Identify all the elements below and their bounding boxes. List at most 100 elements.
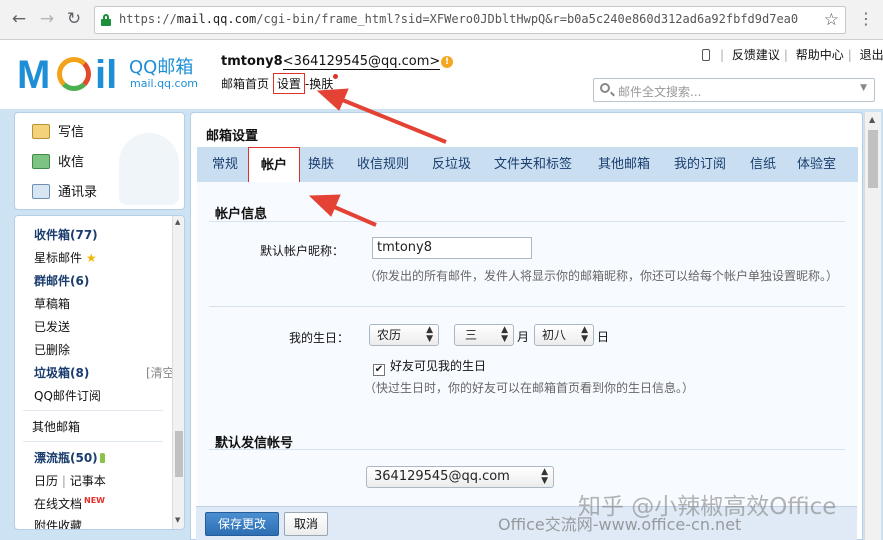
- skin-link[interactable]: 换肤: [309, 75, 333, 92]
- calendar-type-select[interactable]: 农历 ▲ ▼: [369, 324, 439, 346]
- section-divider: [209, 221, 845, 222]
- folder-deleted[interactable]: 已删除: [34, 341, 70, 358]
- top-right-links: | 反馈建议 | 帮助中心 | 退出: [702, 46, 883, 63]
- feedback-link[interactable]: 反馈建议: [732, 48, 780, 62]
- scroll-thumb[interactable]: [175, 431, 183, 477]
- mobile-phone-icon[interactable]: [702, 49, 710, 61]
- tab-stationery[interactable]: 信纸: [750, 147, 776, 182]
- updown-arrows-icon: ▲ ▼: [541, 467, 548, 486]
- warning-icon[interactable]: !: [441, 56, 453, 68]
- tab-general[interactable]: 常规: [212, 147, 238, 182]
- forward-arrow-icon[interactable]: →: [36, 8, 58, 30]
- scroll-up-icon[interactable]: ▲: [175, 218, 180, 226]
- account-settings-panel: 帐户信息 默认帐户昵称： tmtony8 （你发出的所有邮件，发件人将显示你的邮…: [197, 182, 858, 517]
- tab-lab[interactable]: 体验室: [797, 147, 836, 182]
- updown-arrows-icon: ▲ ▼: [426, 325, 433, 344]
- bookmark-star-icon[interactable]: ☆: [824, 10, 839, 30]
- search-icon: [600, 83, 610, 93]
- cancel-button[interactable]: 取消: [284, 512, 328, 536]
- folder-drift-bottle[interactable]: 漂流瓶(50): [34, 449, 105, 466]
- tab-folders-labels[interactable]: 文件夹和标签: [494, 147, 572, 182]
- folder-drafts[interactable]: 草稿箱: [34, 295, 70, 312]
- lock-icon: [101, 14, 111, 26]
- mail-search-input[interactable]: 邮件全文搜索... ▼: [593, 78, 875, 102]
- folder-group[interactable]: 群邮件(6): [34, 272, 89, 289]
- browser-toolbar: ← → ↻ https://mail.qq.com/cgi-bin/frame_…: [0, 0, 883, 40]
- scroll-up-icon[interactable]: ▲: [869, 115, 875, 124]
- tab-anti-spam[interactable]: 反垃圾: [432, 147, 471, 182]
- birthday-visible-option[interactable]: ✔ 好友可见我的生日: [373, 357, 486, 376]
- logout-link[interactable]: 退出: [860, 48, 883, 62]
- browser-menu-icon[interactable]: ⋮: [858, 9, 874, 28]
- default-sender-select[interactable]: 364129545@qq.com ▲ ▼: [366, 466, 554, 488]
- account-info-heading: 帐户信息: [215, 207, 268, 222]
- nickname-input[interactable]: tmtony8: [372, 237, 532, 259]
- scroll-thumb[interactable]: [868, 130, 878, 188]
- section-divider: [209, 306, 845, 307]
- compose-button[interactable]: 写信: [32, 121, 84, 140]
- tab-subscriptions[interactable]: 我的订阅: [674, 147, 726, 182]
- folder-divider: [23, 441, 163, 442]
- notification-dot-icon: [333, 74, 339, 79]
- inbox-download-icon: [32, 154, 50, 169]
- tab-skin[interactable]: 换肤: [308, 147, 334, 182]
- header-links: 邮箱首页 设置 - 换肤: [221, 73, 339, 94]
- day-unit: 日: [597, 330, 610, 344]
- folder-subscriptions[interactable]: QQ邮件订阅: [34, 387, 101, 404]
- folder-starred[interactable]: 星标邮件 ★: [34, 249, 97, 266]
- folder-list-panel: 收件箱(77) 星标邮件 ★ 群邮件(6) 草稿箱 已发送 已删除 垃圾箱(8)…: [14, 215, 185, 530]
- calendar-link[interactable]: 日历: [34, 474, 58, 488]
- back-arrow-icon[interactable]: ←: [8, 8, 30, 30]
- folder-spam[interactable]: 垃圾箱(8): [34, 364, 89, 381]
- contacts-card-icon: [32, 184, 50, 199]
- online-docs-link[interactable]: 在线文档 NEW: [34, 495, 105, 512]
- account-username: tmtony8: [221, 54, 283, 69]
- attachments-link[interactable]: 附件收藏: [34, 517, 82, 529]
- tab-account[interactable]: 帐户: [248, 147, 301, 182]
- quick-actions-panel: 写信 收信 通讯录: [14, 112, 185, 210]
- receive-button[interactable]: 收信: [32, 151, 84, 170]
- updown-arrows-icon: ▲ ▼: [581, 325, 588, 344]
- new-badge: NEW: [84, 496, 105, 505]
- folder-scrollbar[interactable]: ▲ ▼: [172, 216, 184, 529]
- notes-link[interactable]: 记事本: [70, 474, 106, 488]
- logo-ring: [57, 57, 91, 91]
- folder-divider: [23, 410, 163, 411]
- bottle-icon: [99, 453, 105, 463]
- updown-arrows-icon: ▲ ▼: [501, 325, 508, 344]
- settings-link[interactable]: 设置: [272, 73, 305, 94]
- penguin-decoration: [119, 133, 179, 205]
- save-button[interactable]: 保存更改: [205, 512, 279, 536]
- home-link[interactable]: 邮箱首页: [221, 75, 269, 92]
- tools-row: 日历 | 记事本: [34, 474, 106, 488]
- search-placeholder: 邮件全文搜索...: [618, 85, 702, 99]
- day-select[interactable]: 初八 ▲ ▼: [534, 324, 594, 346]
- page-title: 邮箱设置: [206, 129, 259, 144]
- birthday-visible-checkbox[interactable]: ✔: [373, 364, 385, 376]
- section-divider: [209, 449, 845, 450]
- month-select[interactable]: 三 ▲ ▼: [454, 324, 514, 346]
- address-bar[interactable]: https://mail.qq.com/cgi-bin/frame_html?s…: [94, 6, 846, 34]
- star-icon: ★: [85, 251, 97, 265]
- reload-icon[interactable]: ↻: [63, 8, 85, 30]
- account-email: <364129545@qq.com>: [282, 54, 441, 70]
- scroll-down-icon[interactable]: ▼: [175, 516, 180, 524]
- tab-other-mailboxes[interactable]: 其他邮箱: [598, 147, 650, 182]
- compose-pencil-icon: [32, 124, 50, 139]
- birthday-label: 我的生日：: [289, 331, 350, 345]
- content-scrollbar[interactable]: ▲: [864, 112, 881, 540]
- tab-receive-rules[interactable]: 收信规则: [357, 147, 409, 182]
- folder-other-mailboxes[interactable]: 其他邮箱: [32, 418, 80, 435]
- birthday-hint: （快过生日时，你的好友可以在邮箱首页看到你的生日信息。）: [364, 381, 695, 395]
- search-dropdown-icon[interactable]: ▼: [860, 83, 867, 93]
- contacts-button[interactable]: 通讯录: [32, 181, 97, 200]
- logo-name: QQ邮箱: [129, 57, 194, 78]
- help-link[interactable]: 帮助中心: [796, 48, 844, 62]
- month-unit: 月: [517, 330, 530, 344]
- account-identity[interactable]: tmtony8<364129545@qq.com> ▼: [221, 54, 451, 70]
- settings-content: 邮箱设置 常规 帐户 换肤 收信规则 反垃圾 文件夹和标签 其他邮箱 我的订阅 …: [190, 112, 863, 540]
- settings-tabs: 常规 帐户 换肤 收信规则 反垃圾 文件夹和标签 其他邮箱 我的订阅 信纸 体验…: [197, 147, 858, 182]
- mail-header: M il QQ邮箱 mail.qq.com tmtony8<364129545@…: [0, 41, 883, 109]
- folder-inbox[interactable]: 收件箱(77): [34, 226, 98, 243]
- folder-sent[interactable]: 已发送: [34, 318, 70, 335]
